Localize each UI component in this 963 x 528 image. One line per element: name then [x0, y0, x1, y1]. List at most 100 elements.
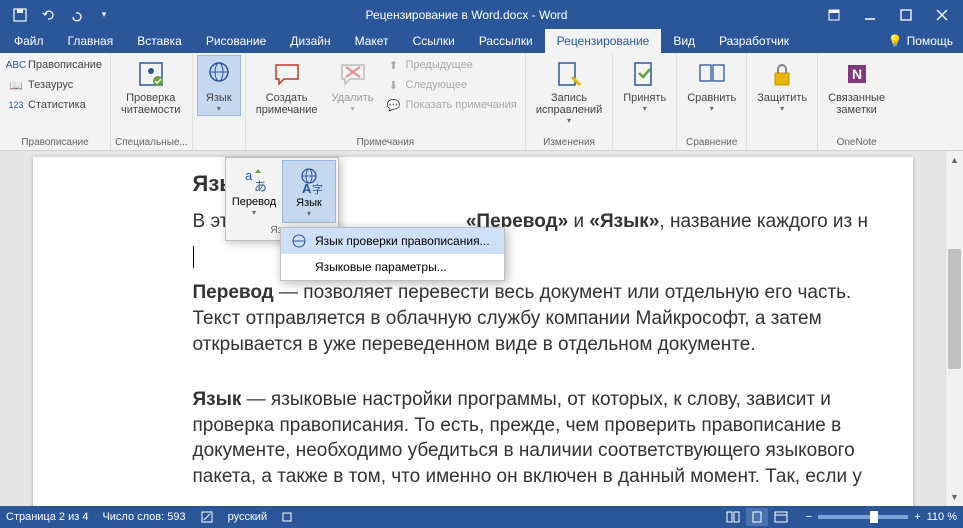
web-layout-icon[interactable]	[770, 508, 792, 526]
language-button[interactable]: Язык ▾	[197, 55, 241, 116]
spelling-icon: ABC	[8, 57, 24, 73]
group-proofing: ABCПравописание 📖Тезаурус 123Статистика …	[0, 53, 111, 150]
zoom-thumb[interactable]	[870, 511, 878, 523]
help-label: Помощь	[907, 34, 953, 48]
group-protect: Защитить ▾	[747, 53, 818, 150]
menu-language-preferences[interactable]: Языковые параметры...	[281, 254, 504, 280]
show-comments-icon: 💬	[386, 97, 402, 113]
zoom-out-button[interactable]: −	[806, 511, 812, 523]
help-button[interactable]: 💡 Помощь	[878, 29, 963, 53]
close-icon[interactable]	[925, 4, 959, 26]
save-icon[interactable]	[8, 4, 32, 26]
group-accessibility: Проверка читаемости Специальные...	[111, 53, 193, 150]
read-mode-icon[interactable]	[722, 508, 744, 526]
tab-draw[interactable]: Рисование	[194, 29, 278, 53]
accessibility-check-button[interactable]: Проверка читаемости	[115, 55, 186, 119]
title-bar: ▾ Рецензирование в Word.docx - Word	[0, 0, 963, 29]
spelling-status-icon[interactable]	[200, 510, 214, 524]
zoom-control: − + 110 %	[806, 511, 957, 523]
spelling-button[interactable]: ABCПравописание	[4, 55, 106, 75]
ribbon-display-icon[interactable]	[817, 4, 851, 26]
paragraph-3: Язык — языковые настройки программы, от …	[193, 387, 873, 490]
tab-insert[interactable]: Вставка	[125, 29, 194, 53]
delete-comment-icon	[337, 58, 369, 90]
group-accessibility-label: Специальные...	[115, 135, 188, 150]
vertical-scrollbar[interactable]: ▲ ▼	[945, 151, 963, 506]
language-dropdown-menu: Язык проверки правописания... Языковые п…	[280, 227, 505, 281]
maximize-icon[interactable]	[889, 4, 923, 26]
tab-home[interactable]: Главная	[56, 29, 126, 53]
protect-button[interactable]: Защитить ▾	[751, 55, 813, 116]
document-page[interactable]: Язык В этой «Перевод» и «Язык», название…	[33, 157, 913, 506]
accessibility-icon	[135, 58, 167, 90]
redo-icon[interactable]	[64, 4, 88, 26]
tab-file[interactable]: Файл	[2, 29, 56, 53]
menu-set-proofing-language[interactable]: Язык проверки правописания...	[281, 228, 504, 254]
macro-status-icon[interactable]	[281, 511, 293, 523]
group-language: Язык ▾	[193, 53, 246, 150]
page-number-status[interactable]: Страница 2 из 4	[6, 511, 88, 523]
group-compare: Сравнить ▾ Сравнение	[677, 53, 747, 150]
thesaurus-button[interactable]: 📖Тезаурус	[4, 75, 106, 95]
word-count-button[interactable]: 123Статистика	[4, 95, 106, 115]
chevron-down-icon: ▾	[307, 209, 311, 218]
help-icon: 💡	[888, 34, 903, 48]
tab-view[interactable]: Вид	[661, 29, 707, 53]
translate-button[interactable]: aあ Перевод ▾	[228, 160, 280, 223]
chevron-down-icon: ▾	[252, 208, 256, 217]
prev-comment-label: Предыдущее	[406, 59, 473, 71]
next-icon: ⬇	[386, 77, 402, 93]
paragraph-2: Перевод — позволяет перевести весь докум…	[193, 280, 873, 357]
linked-notes-button[interactable]: N Связанные заметки	[822, 55, 891, 119]
tab-mailings[interactable]: Рассылки	[467, 29, 545, 53]
accept-button[interactable]: Принять ▾	[617, 55, 672, 116]
undo-icon[interactable]	[36, 4, 60, 26]
tab-layout[interactable]: Макет	[343, 29, 401, 53]
zoom-level[interactable]: 110 %	[927, 511, 957, 523]
compare-icon	[696, 58, 728, 90]
language-popup-label: Язык	[296, 197, 322, 209]
accept-label: Принять	[623, 92, 666, 104]
chevron-down-icon: ▾	[351, 104, 355, 113]
language-status[interactable]: русский	[228, 511, 267, 523]
svg-text:a: a	[245, 168, 253, 183]
tab-design[interactable]: Дизайн	[278, 29, 342, 53]
scroll-track[interactable]	[946, 169, 963, 488]
zoom-in-button[interactable]: +	[914, 511, 920, 523]
svg-text:N: N	[852, 66, 862, 82]
lock-icon	[766, 58, 798, 90]
compare-button[interactable]: Сравнить ▾	[681, 55, 742, 116]
menu-set-proofing-label: Язык проверки правописания...	[315, 234, 490, 248]
document-area: Язык В этой «Перевод» и «Язык», название…	[0, 151, 963, 506]
scroll-up-icon[interactable]: ▲	[946, 151, 963, 169]
group-proofing-label: Правописание	[4, 135, 106, 150]
scroll-down-icon[interactable]: ▼	[946, 488, 963, 506]
onenote-label: Связанные заметки	[828, 92, 885, 116]
minimize-icon[interactable]	[853, 4, 887, 26]
tab-developer[interactable]: Разработчик	[707, 29, 801, 53]
blank-icon	[291, 259, 307, 275]
document-scroll[interactable]: Язык В этой «Перевод» и «Язык», название…	[0, 151, 945, 506]
onenote-icon: N	[841, 58, 873, 90]
delete-comment-button[interactable]: Удалить ▾	[326, 55, 380, 116]
print-layout-icon[interactable]	[746, 508, 768, 526]
chevron-down-icon: ▾	[643, 104, 647, 113]
chevron-down-icon: ▾	[567, 116, 571, 125]
stats-label: Статистика	[28, 99, 86, 111]
zoom-slider[interactable]	[818, 515, 908, 519]
track-changes-button[interactable]: Запись исправлений ▾	[530, 55, 608, 128]
protect-label: Защитить	[757, 92, 807, 104]
text-cursor	[193, 246, 194, 268]
tab-review[interactable]: Рецензирование	[545, 29, 662, 53]
new-comment-button[interactable]: Создать примечание	[250, 55, 324, 119]
language-popup-button[interactable]: A字 Язык ▾	[282, 160, 336, 223]
window-controls	[817, 4, 963, 26]
tab-references[interactable]: Ссылки	[401, 29, 467, 53]
word-count-status[interactable]: Число слов: 593	[102, 511, 185, 523]
window-title: Рецензирование в Word.docx - Word	[116, 8, 817, 22]
ribbon: ABCПравописание 📖Тезаурус 123Статистика …	[0, 53, 963, 151]
language-label: Язык	[206, 92, 232, 104]
group-compare-label: Сравнение	[681, 135, 742, 150]
scroll-thumb[interactable]	[948, 249, 961, 369]
qat-customize-icon[interactable]: ▾	[92, 4, 116, 26]
